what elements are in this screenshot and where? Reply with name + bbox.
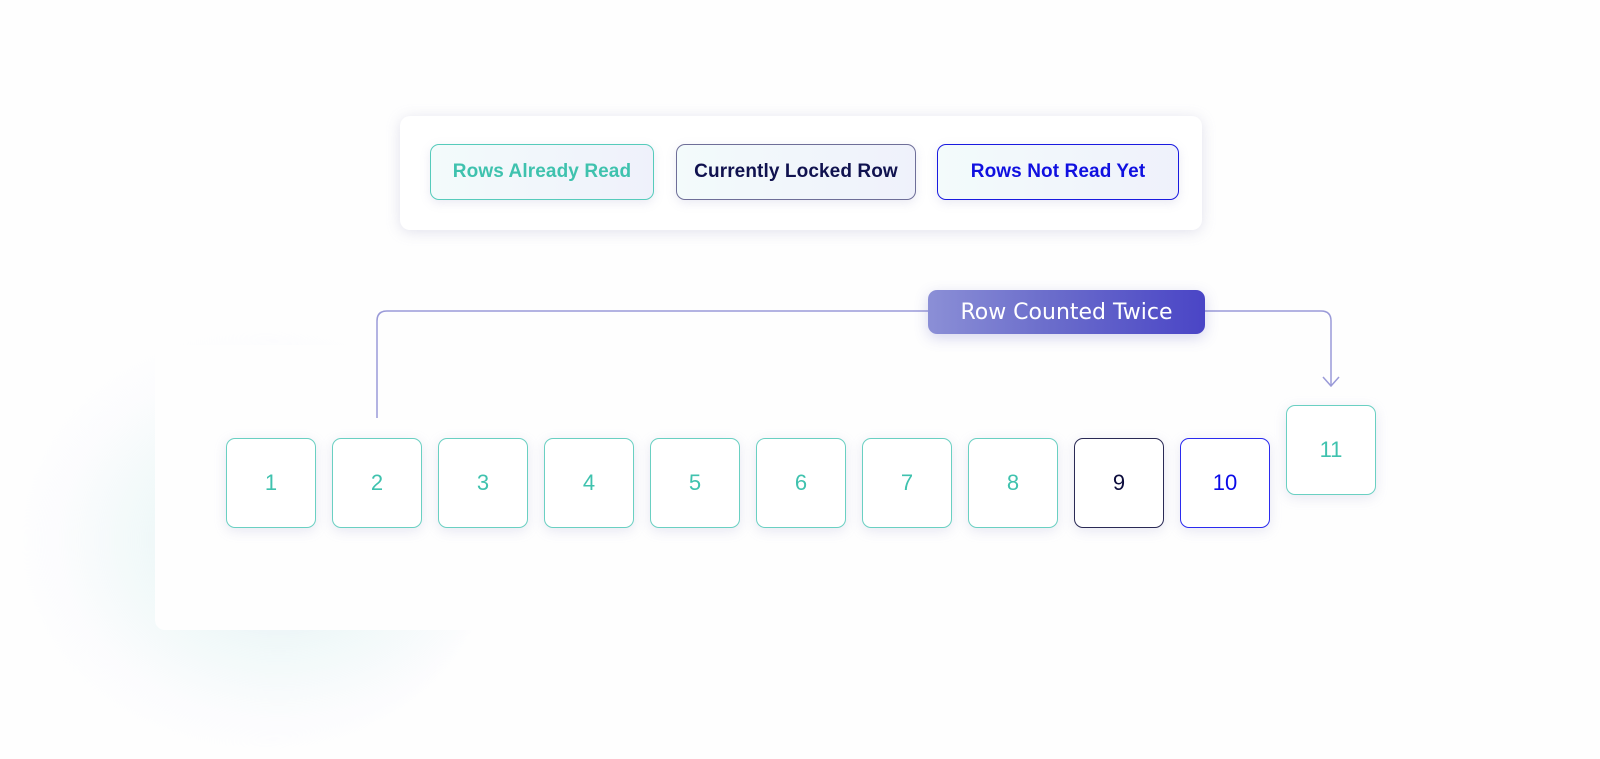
row-number: 11 bbox=[1319, 437, 1343, 462]
row-number: 7 bbox=[900, 470, 914, 495]
row-number: 10 bbox=[1212, 470, 1238, 495]
row-box-2: 2 bbox=[332, 438, 422, 528]
row-number: 4 bbox=[582, 470, 596, 495]
legend-item-rows-not-read-yet: Rows Not Read Yet bbox=[937, 144, 1179, 200]
row-counted-twice-label: Row Counted Twice bbox=[928, 290, 1205, 334]
diagram-canvas: Rows Already Read Currently Locked Row R… bbox=[0, 0, 1600, 759]
row-number: 9 bbox=[1112, 470, 1126, 495]
legend-label: Currently Locked Row bbox=[694, 161, 898, 182]
row-number: 6 bbox=[794, 470, 808, 495]
row-box-9: 9 bbox=[1074, 438, 1164, 528]
row-number: 2 bbox=[370, 470, 384, 495]
row-number: 1 bbox=[264, 470, 278, 495]
row-box-8: 8 bbox=[968, 438, 1058, 528]
row-box-1: 1 bbox=[226, 438, 316, 528]
row-box-6: 6 bbox=[756, 438, 846, 528]
row-box-5: 5 bbox=[650, 438, 740, 528]
row-number: 5 bbox=[688, 470, 702, 495]
row-box-4: 4 bbox=[544, 438, 634, 528]
legend-label: Rows Already Read bbox=[452, 161, 632, 182]
row-box-7: 7 bbox=[862, 438, 952, 528]
row-number: 3 bbox=[476, 470, 490, 495]
legend-item-currently-locked-row: Currently Locked Row bbox=[676, 144, 916, 200]
legend: Rows Already Read Currently Locked Row R… bbox=[400, 116, 1202, 230]
row-box-11: 11 bbox=[1286, 405, 1376, 495]
legend-item-rows-already-read: Rows Already Read bbox=[430, 144, 654, 200]
annotation-label: Row Counted Twice bbox=[960, 299, 1173, 325]
legend-label: Rows Not Read Yet bbox=[970, 161, 1146, 182]
row-number: 8 bbox=[1006, 470, 1020, 495]
row-box-10: 10 bbox=[1180, 438, 1270, 528]
row-box-3: 3 bbox=[438, 438, 528, 528]
